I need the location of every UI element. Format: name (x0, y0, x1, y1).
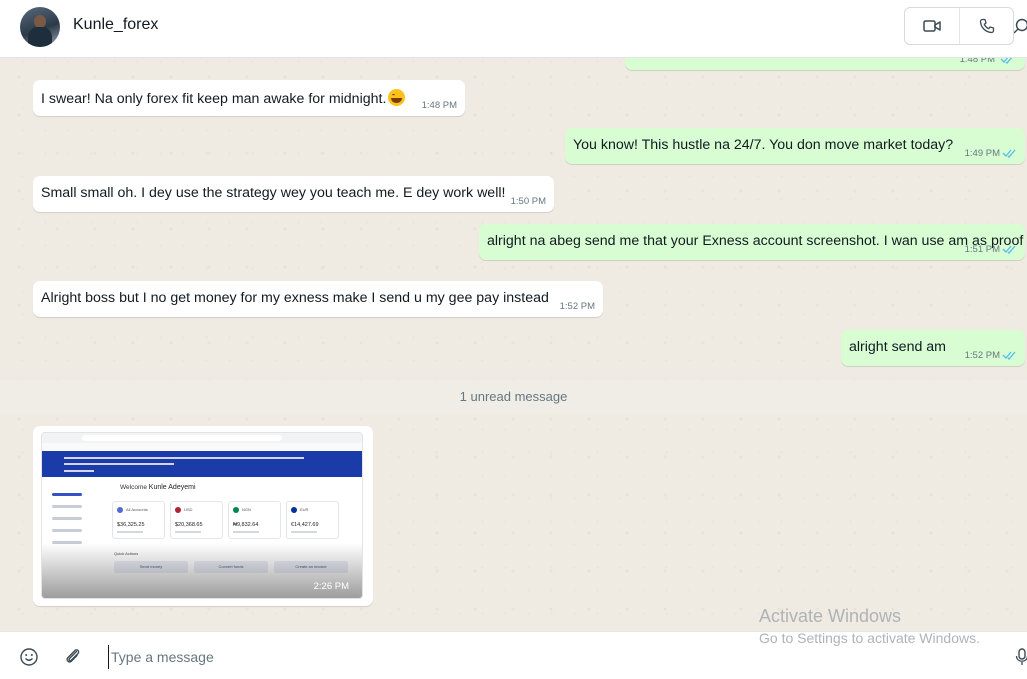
message-text: You know! This hustle na 24/7. You don m… (573, 137, 954, 153)
thumbnail-account-card: USD $20,368.65 (170, 501, 223, 539)
thumbnail-welcome: Welcome (120, 484, 147, 491)
search-button[interactable] (1013, 17, 1027, 37)
message-time: 1:52 PM (559, 301, 595, 312)
emoji-button[interactable] (19, 647, 39, 667)
thumbnail-account-label: EUR (300, 507, 309, 512)
thumbnail-account-label: NGN (242, 507, 251, 512)
chat-header: Kunle_forex (0, 0, 1027, 58)
thumbnail-account-card: EUR €14,427.69 (286, 501, 339, 539)
message-bubble-outgoing[interactable]: alright send am 1:52 PM (841, 330, 1025, 366)
message-bubble-incoming[interactable]: Alright boss but I no get money for my e… (33, 281, 603, 317)
message-bubble-outgoing[interactable]: alright na abeg send me that your Exness… (479, 224, 1025, 260)
message-time: 1:48 PM (959, 58, 995, 65)
message-bubble-incoming[interactable]: Small small oh. I dey use the strategy w… (33, 176, 554, 212)
thumbnail-account-value: $36,325.25 (117, 522, 145, 528)
read-receipt-icon (1000, 58, 1013, 64)
message-time: 1:51 PM (964, 244, 1000, 255)
microphone-icon (1015, 648, 1027, 665)
phone-icon (979, 18, 994, 34)
message-bubble-outgoing[interactable]: You know! This hustle na 24/7. You don m… (565, 128, 1025, 164)
thumbnail-account-value: ₦9,832.64 (233, 522, 259, 528)
message-text: alright send am (849, 339, 946, 355)
message-time: 1:49 PM (964, 148, 1000, 159)
activate-windows-subtitle: Go to Settings to activate Windows. (759, 630, 980, 646)
message-input[interactable] (108, 645, 728, 669)
message-time: 1:50 PM (510, 196, 546, 207)
smiley-icon (20, 648, 38, 666)
read-receipt-icon (1002, 149, 1016, 158)
message-bubble-incoming[interactable]: I swear! Na only forex fit keep man awak… (33, 80, 465, 116)
thumbnail-account-value: €14,427.69 (291, 522, 319, 528)
message-bubble-outgoing-partial[interactable]: 1:48 PM (625, 58, 1025, 70)
message-text: Small small oh. I dey use the strategy w… (41, 185, 506, 201)
video-camera-icon (923, 20, 941, 32)
message-time: 1:52 PM (964, 350, 1000, 361)
thumbnail-account-card: NGN ₦9,832.64 (228, 501, 281, 539)
grinning-squinting-face-icon (388, 89, 406, 106)
thumbnail-account-label: All Accounts (126, 507, 148, 512)
read-receipt-icon (1002, 245, 1016, 254)
image-message-bubble[interactable]: Welcome Kunle Adeyemi All Accounts $36,3… (33, 426, 373, 606)
message-list[interactable]: 1:48 PM I swear! Na only forex fit keep … (0, 58, 1027, 631)
message-text: Alright boss but I no get money for my e… (41, 290, 549, 306)
thumbnail-account-label: USD (184, 507, 193, 512)
voice-message-button[interactable] (1015, 647, 1027, 667)
unread-divider-label: 1 unread message (459, 389, 568, 404)
search-icon (1013, 18, 1027, 34)
call-button-group (904, 7, 1014, 45)
message-time: 1:48 PM (421, 100, 457, 111)
message-text: alright na abeg send me that your Exness… (487, 233, 1024, 249)
paperclip-icon (66, 649, 80, 663)
contact-name[interactable]: Kunle_forex (73, 16, 158, 34)
attach-button[interactable] (63, 646, 83, 666)
thumbnail-account-card: All Accounts $36,325.25 (112, 501, 165, 539)
read-receipt-icon (1002, 351, 1016, 360)
voice-call-button[interactable] (959, 8, 1013, 44)
activate-windows-title: Activate Windows (759, 606, 902, 626)
message-time: 2:26 PM (313, 581, 349, 592)
video-call-button[interactable] (905, 8, 959, 44)
image-thumbnail[interactable]: Welcome Kunle Adeyemi All Accounts $36,3… (41, 432, 363, 599)
thumbnail-account-value: $20,368.65 (175, 522, 203, 528)
thumbnail-user-name: Kunle Adeyemi (148, 484, 196, 491)
contact-avatar[interactable] (20, 7, 60, 47)
message-text: I swear! Na only forex fit keep man awak… (41, 91, 387, 107)
